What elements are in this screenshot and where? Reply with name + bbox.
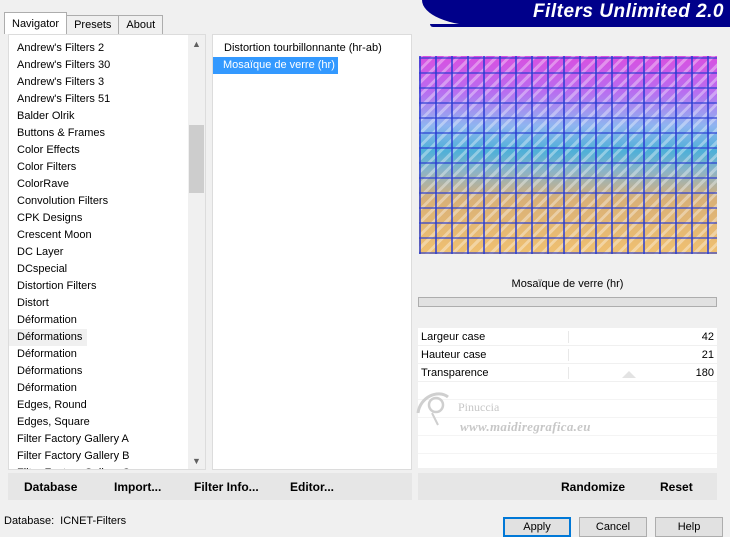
filter-items: Distortion tourbillonnante (hr-ab) Mosaïq… xyxy=(213,40,411,74)
category-item[interactable]: Déformation xyxy=(9,380,187,397)
scroll-up-icon[interactable]: ▲ xyxy=(188,35,205,52)
left-button-bar: Database Import... Filter Info... Editor… xyxy=(8,473,412,500)
parameter-value[interactable]: 21 xyxy=(702,346,714,364)
category-item[interactable]: Distortion Filters xyxy=(9,278,187,295)
parameter-name: Hauteur case xyxy=(421,349,487,361)
filter-list[interactable]: Distortion tourbillonnante (hr-ab) Mosaïq… xyxy=(212,34,412,470)
parameter-row[interactable]: Largeur case 42 xyxy=(418,328,717,346)
category-items: Andrew's Filters 2 Andrew's Filters 30 And… xyxy=(9,35,205,469)
status-bar: Database: ICNET-Filters xyxy=(4,515,126,527)
category-item[interactable]: Filter Factory Gallery A xyxy=(9,431,187,448)
filter-info-button[interactable]: Filter Info... xyxy=(194,480,259,494)
category-item[interactable]: Andrew's Filters 3 xyxy=(9,74,187,91)
parameter-divider xyxy=(568,349,569,361)
category-item[interactable]: Color Effects xyxy=(9,142,187,159)
category-item[interactable]: Andrew's Filters 30 xyxy=(9,57,187,74)
scroll-thumb[interactable] xyxy=(189,125,204,193)
category-item[interactable]: Color Filters xyxy=(9,159,187,176)
tab-navigator[interactable]: Navigator xyxy=(4,12,68,34)
import-button[interactable]: Import... xyxy=(114,480,161,494)
category-item[interactable]: Balder Olrik xyxy=(9,108,187,125)
tab-strip: Navigator Presets About xyxy=(4,12,164,34)
database-button[interactable]: Database xyxy=(24,480,77,494)
slider-caret-icon xyxy=(622,371,636,378)
watermark-site: www.maidiregrafica.eu xyxy=(460,419,591,434)
right-button-bar: Randomize Reset xyxy=(418,473,717,500)
category-item[interactable]: Crescent Moon xyxy=(9,227,187,244)
parameter-value[interactable]: 180 xyxy=(696,364,714,382)
category-list[interactable]: Andrew's Filters 2 Andrew's Filters 30 And… xyxy=(8,34,206,470)
empty-param-row xyxy=(418,382,717,400)
help-button[interactable]: Help xyxy=(655,517,723,537)
parameter-control-bar[interactable] xyxy=(418,297,717,307)
category-item[interactable]: DCspecial xyxy=(9,261,187,278)
empty-param-row xyxy=(418,436,717,454)
category-item[interactable]: Buttons & Frames xyxy=(9,125,187,142)
category-item[interactable]: Convolution Filters xyxy=(9,193,187,210)
parameter-value[interactable]: 42 xyxy=(702,328,714,346)
status-value: ICNET-Filters xyxy=(60,515,127,527)
category-item[interactable]: ColorRave xyxy=(9,176,187,193)
category-item[interactable]: Déformations xyxy=(9,363,187,380)
category-scrollbar[interactable]: ▲ ▼ xyxy=(188,35,205,469)
parameter-divider xyxy=(568,331,569,343)
category-item[interactable]: Filter Factory Gallery C xyxy=(9,465,187,469)
parameter-divider xyxy=(568,367,569,379)
randomize-button[interactable]: Randomize xyxy=(561,480,625,494)
category-item[interactable]: Andrew's Filters 51 xyxy=(9,91,187,108)
parameter-name: Transparence xyxy=(421,367,489,379)
tab-about[interactable]: About xyxy=(118,15,164,34)
title-banner: Filters Unlimited 2.0 xyxy=(422,0,730,27)
category-item[interactable]: DC Layer xyxy=(9,244,187,261)
category-item[interactable]: Déformation xyxy=(9,346,187,363)
category-item[interactable]: Distort xyxy=(9,295,187,312)
category-item[interactable]: Edges, Square xyxy=(9,414,187,431)
reset-button[interactable]: Reset xyxy=(660,480,693,494)
parameter-panel-title: Mosaïque de verre (hr) xyxy=(418,273,717,295)
category-item[interactable]: Andrew's Filters 2 xyxy=(9,40,187,57)
category-item[interactable]: Déformations xyxy=(9,329,87,346)
parameter-row[interactable]: Transparence 180 xyxy=(418,364,717,382)
filter-item[interactable]: Distortion tourbillonnante (hr-ab) xyxy=(214,40,382,57)
apply-button[interactable]: Apply xyxy=(503,517,571,537)
tab-presets[interactable]: Presets xyxy=(66,15,120,34)
filter-item[interactable]: Mosaïque de verre (hr) xyxy=(213,57,338,74)
category-item[interactable]: Filter Factory Gallery B xyxy=(9,448,187,465)
watermark-logo-icon xyxy=(416,392,449,426)
app-title: Filters Unlimited 2.0 xyxy=(532,1,724,22)
parameter-row[interactable]: Hauteur case 21 xyxy=(418,346,717,364)
category-item[interactable]: Déformation xyxy=(9,312,187,329)
category-item[interactable]: Edges, Round xyxy=(9,397,187,414)
cancel-button[interactable]: Cancel xyxy=(579,517,647,537)
parameter-list: Largeur case 42 Hauteur case 21 Transparence… xyxy=(418,328,717,468)
preview-image xyxy=(419,56,717,254)
editor-button[interactable]: Editor... xyxy=(290,480,334,494)
watermark-name: Pinuccia xyxy=(458,400,500,414)
status-label: Database: xyxy=(4,515,55,527)
parameter-name: Largeur case xyxy=(421,331,486,343)
scroll-down-icon[interactable]: ▼ xyxy=(188,452,205,469)
category-item[interactable]: CPK Designs xyxy=(9,210,187,227)
